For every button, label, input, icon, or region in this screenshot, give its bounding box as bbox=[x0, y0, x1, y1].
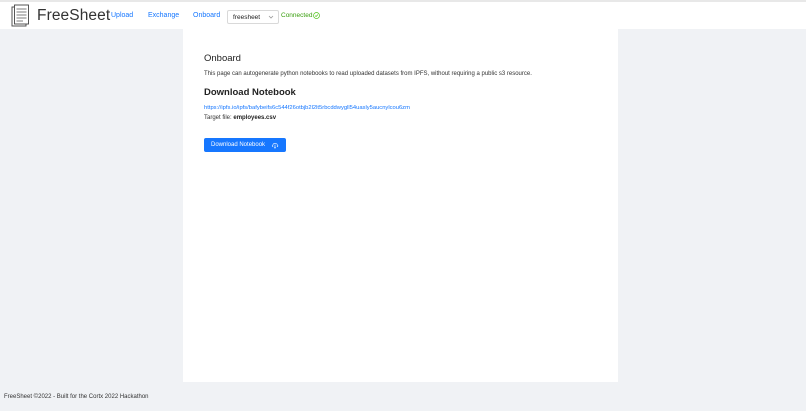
page-title: Onboard bbox=[204, 53, 241, 64]
check-circle-icon bbox=[313, 12, 320, 19]
target-file-line: Target file: employees.csv bbox=[204, 115, 276, 121]
chevron-down-icon bbox=[268, 15, 274, 19]
download-button-label: Download Notebook bbox=[211, 142, 266, 148]
target-file-name: employees.csv bbox=[233, 115, 277, 121]
page-description: This page can autogenerate python notebo… bbox=[204, 71, 532, 77]
top-header: FreeSheet Upload Exchange Onboard freesh… bbox=[0, 0, 806, 29]
nav-onboard[interactable]: Onboard bbox=[193, 12, 220, 19]
ipfs-link[interactable]: https://ipfs.io/ipfs/bafybeifs6c544f26ot… bbox=[204, 105, 410, 111]
nav-upload[interactable]: Upload bbox=[111, 12, 133, 19]
nav-exchange[interactable]: Exchange bbox=[148, 12, 179, 19]
download-heading: Download Notebook bbox=[204, 87, 296, 98]
footer-text: FreeSheet ©2022 - Built for the Cortx 20… bbox=[4, 394, 149, 400]
network-select[interactable]: freesheet bbox=[227, 10, 279, 24]
brand-name[interactable]: FreeSheet bbox=[37, 7, 110, 25]
connection-status: Connected bbox=[281, 12, 313, 19]
download-notebook-button[interactable]: Download Notebook bbox=[204, 138, 286, 152]
content-card: Onboard This page can autogenerate pytho… bbox=[183, 29, 618, 382]
target-file-label: Target file: bbox=[204, 115, 234, 121]
cloud-download-icon bbox=[271, 143, 279, 149]
sheet-logo-icon bbox=[11, 4, 29, 27]
network-select-value: freesheet bbox=[233, 14, 261, 21]
